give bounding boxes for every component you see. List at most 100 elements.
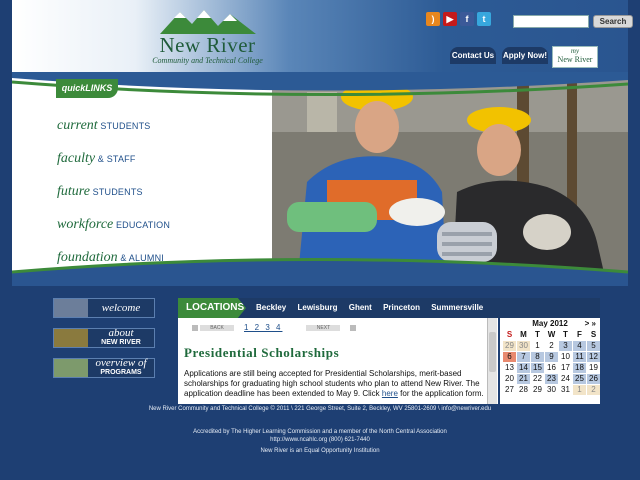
overview-button[interactable]: overview of PROGRAMS (53, 358, 155, 378)
page-numbers[interactable]: 1 2 3 4 (244, 323, 282, 332)
welcome-button[interactable]: welcome (53, 298, 155, 318)
calendar-day[interactable]: 14 (517, 363, 530, 373)
calendar-day[interactable]: 18 (573, 363, 586, 373)
equal-opportunity: New River is an Equal Opportunity Instit… (260, 448, 380, 454)
calendar-weekday: T (563, 330, 568, 339)
calendar-day[interactable]: 13 (503, 363, 516, 373)
calendar-day[interactable]: 19 (587, 363, 600, 373)
calendar-day[interactable]: 1 (531, 341, 544, 351)
calendar-day[interactable]: 21 (517, 374, 530, 384)
location-link[interactable]: Lewisburg (297, 303, 337, 312)
mountain-logo-icon (159, 10, 256, 34)
calendar-weekday: T (535, 330, 540, 339)
location-link[interactable]: Ghent (349, 303, 372, 312)
calendar-day[interactable]: 29 (531, 385, 544, 395)
quicklink-em: faculty (57, 151, 96, 166)
calendar-day[interactable]: 3 (559, 341, 572, 351)
calendar-day[interactable]: 30 (517, 341, 530, 351)
my-name-label: New River (557, 55, 593, 64)
calendar-month: May 2012 (532, 319, 568, 328)
calendar-day[interactable]: 23 (545, 374, 558, 384)
quicklink-rest: & ALUMNI (117, 253, 164, 263)
social-links: ) ▶ f t (426, 12, 491, 26)
calendar-day[interactable]: 9 (545, 352, 558, 362)
search-button[interactable]: Search (593, 15, 633, 28)
calendar-day[interactable]: 28 (517, 385, 530, 395)
quicklink-foundation-alumni[interactable]: foundation & ALUMNI (57, 248, 170, 281)
calendar-day[interactable]: 5 (587, 341, 600, 351)
next-button[interactable]: NEXT (306, 324, 341, 331)
logo-subtitle: Community and Technical College (152, 56, 263, 65)
calendar-next-icon[interactable]: > » (585, 318, 596, 330)
calendar-day[interactable]: 30 (545, 385, 558, 395)
calendar-day[interactable]: 1 (573, 385, 586, 395)
calendar-day[interactable]: 7 (517, 352, 530, 362)
welcome-thumbnail (54, 299, 88, 317)
quicklink-rest: STUDENTS (97, 121, 151, 131)
scrollbar-thumb[interactable] (489, 332, 496, 372)
about-thumbnail (54, 329, 88, 347)
calendar-day[interactable]: 6 (503, 352, 516, 362)
search-input[interactable] (513, 15, 589, 28)
calendar-day[interactable]: 29 (503, 341, 516, 351)
about-button[interactable]: about NEW RIVER (53, 328, 155, 348)
calendar-day[interactable]: 11 (573, 352, 586, 362)
page: New River Community and Technical Colleg… (0, 0, 640, 480)
location-links: Beckley Lewisburg Ghent Princeton Summer… (256, 298, 492, 318)
quicklink-faculty-staff[interactable]: faculty & STAFF (57, 149, 170, 182)
location-link[interactable]: Summersville (431, 303, 483, 312)
back-arrow-icon[interactable] (192, 324, 198, 331)
calendar-day[interactable]: 10 (559, 352, 572, 362)
application-form-link[interactable]: here (382, 389, 398, 398)
calendar-day[interactable]: 12 (587, 352, 600, 362)
calendar-day[interactable]: 22 (531, 374, 544, 384)
quicklink-future-students[interactable]: future STUDENTS (57, 182, 170, 215)
twitter-icon[interactable]: t (477, 12, 491, 26)
locations-bar: LOCATIONS Beckley Lewisburg Ghent Prince… (178, 298, 600, 318)
my-new-river-button[interactable]: my New River (552, 46, 598, 68)
contact-us-button[interactable]: Contact Us (450, 47, 496, 64)
quicklink-em: workforce (57, 217, 114, 232)
calendar-header: May 2012 > » (500, 318, 600, 330)
quicklinks-tab: quickLINKS (56, 79, 118, 98)
apply-now-button[interactable]: Apply Now! (502, 47, 548, 64)
calendar-day[interactable]: 27 (503, 385, 516, 395)
accreditation-contact[interactable]: http://www.ncahlc.org (800) 621-7440 (0, 436, 640, 444)
calendar-day[interactable]: 26 (587, 374, 600, 384)
calendar-day[interactable]: 2 (587, 385, 600, 395)
footer-address: New River Community and Technical Colleg… (148, 406, 492, 412)
calendar-day[interactable]: 31 (559, 385, 572, 395)
news-body-text-end: for the application form. (397, 389, 484, 398)
calendar-day[interactable]: 24 (559, 374, 572, 384)
rss-icon[interactable]: ) (426, 12, 440, 26)
about-sub: NEW RIVER (101, 339, 141, 346)
logo-name: New River (159, 33, 256, 57)
quicklink-em: foundation (57, 250, 118, 265)
calendar-weekday: F (577, 330, 582, 339)
my-label: my (570, 47, 580, 55)
calendar-grid: S M T W T F S 29 30 1 2 3 4 5 6 7 8 9 10 11 12 13 14 15 16 17 18 19… (500, 330, 600, 395)
location-link[interactable]: Princeton (383, 303, 420, 312)
college-logo[interactable]: New River Community and Technical Colleg… (150, 8, 265, 72)
news-scrollbar[interactable] (487, 318, 497, 404)
calendar-day[interactable]: 8 (531, 352, 544, 362)
quicklink-workforce-education[interactable]: workforce EDUCATION (57, 215, 170, 248)
calendar-day[interactable]: 2 (545, 341, 558, 351)
calendar-day[interactable]: 15 (531, 363, 544, 373)
next-arrow-icon[interactable] (350, 324, 357, 331)
calendar-weekday: S (506, 330, 513, 339)
youtube-icon[interactable]: ▶ (443, 12, 457, 26)
event-calendar: May 2012 > » S M T W T F S 29 30 1 2 3 4 5 6 7 8 9 10 11 12 1… (500, 318, 600, 404)
facebook-icon[interactable]: f (460, 12, 474, 26)
calendar-day[interactable]: 16 (545, 363, 558, 373)
overview-thumbnail (54, 359, 88, 377)
calendar-day[interactable]: 20 (503, 374, 516, 384)
calendar-day[interactable]: 17 (559, 363, 572, 373)
quicklink-current-students[interactable]: current STUDENTS (57, 116, 170, 149)
about-label: about NEW RIVER (88, 328, 154, 348)
location-link[interactable]: Beckley (256, 303, 286, 312)
header (12, 0, 628, 80)
calendar-day[interactable]: 25 (573, 374, 586, 384)
calendar-day[interactable]: 4 (573, 341, 586, 351)
back-button[interactable]: BACK (200, 324, 234, 331)
